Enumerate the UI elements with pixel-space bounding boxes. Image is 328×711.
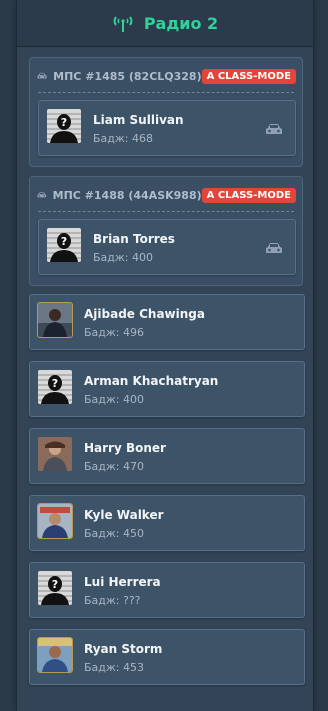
avatar-photo [37,302,73,338]
member-name: Harry Boner [84,441,166,455]
avatar-photo [38,437,72,471]
member-badge: Бадж: 470 [84,460,145,473]
antenna-icon [113,16,133,32]
car-icon [265,123,283,136]
car-icon [37,189,47,201]
car-icon [265,242,283,255]
class-mode-badge: A CLASS-MODE [201,68,296,84]
vehicle-group: МПС #1488 (44ASK988) A CLASS-MODE Brian … [29,176,303,286]
member-card[interactable]: Harry Boner Бадж: 470 [29,428,305,484]
member-badge: Бадж: 400 [93,251,154,264]
member-card[interactable]: Brian Torres Бадж: 400 [38,219,296,275]
member-badge: Бадж: 400 [84,393,145,406]
member-card[interactable]: Kyle Walker Бадж: 450 [29,495,305,551]
member-name: Ryan Storm [84,642,163,656]
member-card[interactable]: Lui Herrera Бадж: ??? [29,562,305,618]
page-title: Радио 2 [143,13,219,33]
member-card[interactable]: Ryan Storm Бадж: 453 [29,629,305,685]
member-name: Kyle Walker [84,508,164,522]
avatar-unknown [47,228,81,262]
panel-header: Радио 2 [17,0,313,47]
vehicle-label: МПС #1485 (82CLQ328) [53,69,202,83]
member-name: Liam Sullivan [93,113,184,127]
divider [38,211,294,212]
avatar-photo [37,637,73,673]
member-card[interactable]: Liam Sullivan Бадж: 468 [38,100,296,156]
avatar-photo [37,503,73,539]
avatar-unknown [38,571,72,605]
avatar-unknown [47,109,81,143]
member-name: Arman Khachatryan [84,374,219,388]
member-name: Ajibade Chawinga [84,307,205,321]
vehicle-group: МПС #1485 (82CLQ328) A CLASS-MODE Liam S… [29,57,303,167]
class-mode-badge: A CLASS-MODE [201,187,296,203]
member-card[interactable]: Ajibade Chawinga Бадж: 496 [29,294,305,350]
divider [38,92,294,93]
car-icon [37,70,47,82]
member-card[interactable]: Arman Khachatryan Бадж: 400 [29,361,305,417]
vehicle-label: МПС #1488 (44ASK988) [52,188,202,202]
vehicle-group-header: МПС #1488 (44ASK988) A CLASS-MODE [30,177,302,213]
member-name: Brian Torres [93,232,175,246]
vehicle-group-header: МПС #1485 (82CLQ328) A CLASS-MODE [30,58,302,94]
member-badge: Бадж: 468 [93,132,154,145]
member-badge: Бадж: 453 [84,661,145,674]
avatar-unknown [38,370,72,404]
member-badge: Бадж: 450 [84,527,145,540]
member-badge: Бадж: ??? [84,594,141,607]
member-name: Lui Herrera [84,575,161,589]
radio-panel: Радио 2 МПС #1485 (82CLQ328) A CLASS-MOD… [16,0,314,711]
member-badge: Бадж: 496 [84,326,145,339]
